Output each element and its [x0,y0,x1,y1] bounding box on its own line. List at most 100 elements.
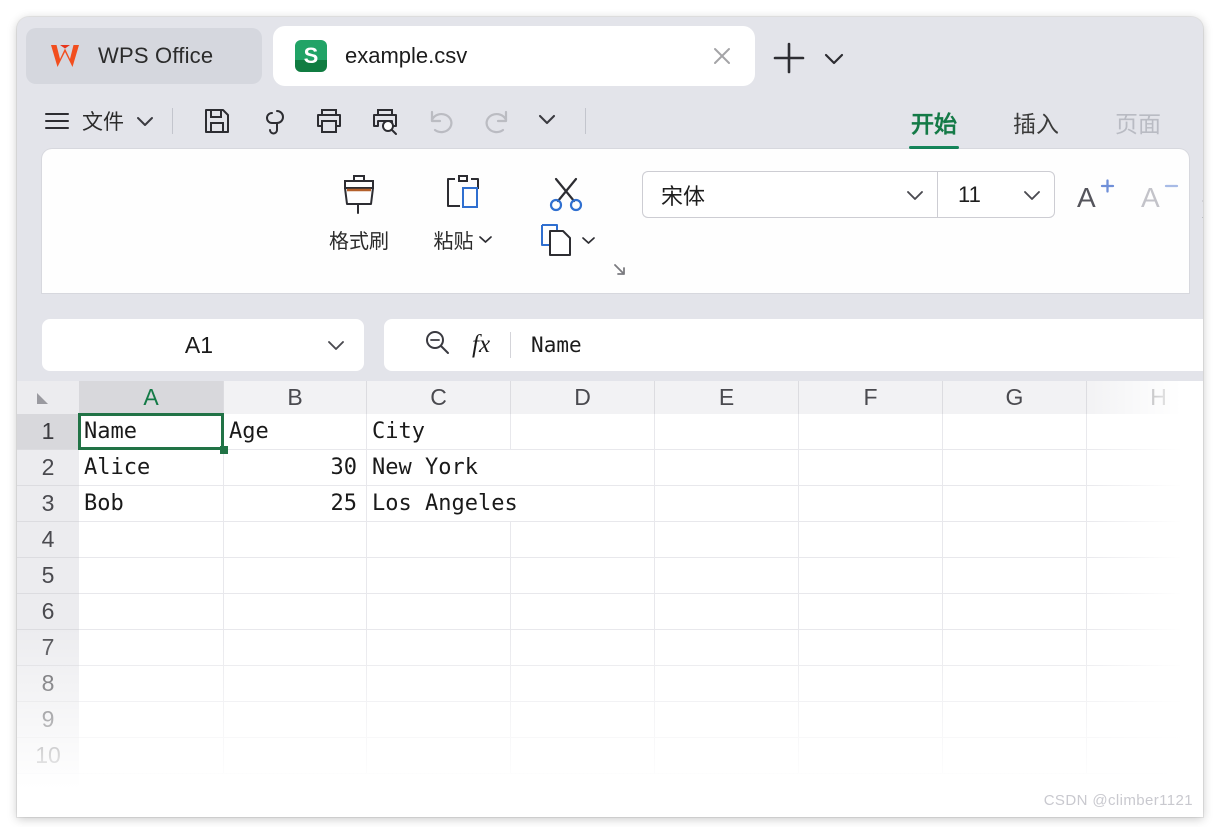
cell-F6[interactable] [799,594,943,630]
file-menu-label[interactable]: 文件 [82,106,124,136]
document-tab[interactable]: S example.csv [273,26,755,86]
redo-icon[interactable] [482,106,512,136]
cell-C5[interactable] [367,558,511,594]
row-header-8[interactable]: 8 [17,666,79,702]
row-header-2[interactable]: 2 [17,450,79,486]
cell-G5[interactable] [943,558,1087,594]
cell-F3[interactable] [799,486,943,522]
cell-A4[interactable] [79,522,224,558]
cell-H7[interactable] [1087,630,1203,666]
column-header-C[interactable]: C [367,381,511,414]
cell-B2[interactable]: 30 [224,450,367,486]
cell-E10[interactable] [655,738,799,774]
cell-C9[interactable] [367,702,511,738]
increase-font-size-icon[interactable]: A [1073,175,1119,215]
cell-F1[interactable] [799,414,943,450]
cell-E8[interactable] [655,666,799,702]
cell-F4[interactable] [799,522,943,558]
row-header-9[interactable]: 9 [17,702,79,738]
cell-F9[interactable] [799,702,943,738]
cell-A1[interactable]: Name [79,414,224,450]
cell-A9[interactable] [79,702,224,738]
cell-D2[interactable] [511,450,655,486]
cell-B6[interactable] [224,594,367,630]
cell-G2[interactable] [943,450,1087,486]
copy-button[interactable] [536,221,596,259]
cell-G7[interactable] [943,630,1087,666]
cell-D7[interactable] [511,630,655,666]
cell-E9[interactable] [655,702,799,738]
cell-C10[interactable] [367,738,511,774]
tab-home[interactable]: 开始 [883,99,985,149]
cell-E2[interactable] [655,450,799,486]
column-header-D[interactable]: D [511,381,655,414]
chevron-down-icon[interactable] [134,101,156,141]
format-painter-button[interactable]: 格式刷 [310,167,408,254]
cell-H9[interactable] [1087,702,1203,738]
cell-B3[interactable]: 25 [224,486,367,522]
row-header-10[interactable]: 10 [17,738,79,774]
cell-D8[interactable] [511,666,655,702]
cell-B8[interactable] [224,666,367,702]
cell-H4[interactable] [1087,522,1203,558]
cell-B10[interactable] [224,738,367,774]
cell-H10[interactable] [1087,738,1203,774]
cell-B1[interactable]: Age [224,414,367,450]
cell-F8[interactable] [799,666,943,702]
close-icon[interactable] [709,43,735,69]
cell-H8[interactable] [1087,666,1203,702]
plus-icon[interactable] [772,41,806,75]
row-header-1[interactable]: 1 [17,414,79,450]
column-header-B[interactable]: B [224,381,367,414]
formula-input-bar[interactable]: fx Name [384,319,1203,371]
column-header-E[interactable]: E [655,381,799,414]
app-home-button[interactable]: WPS Office [26,28,262,84]
font-size-select[interactable]: 11 [937,171,1055,218]
cell-D6[interactable] [511,594,655,630]
row-header-4[interactable]: 4 [17,522,79,558]
undo-icon[interactable] [426,106,456,136]
cell-H1[interactable] [1087,414,1203,450]
chevron-down-icon[interactable] [535,111,559,132]
bold-button[interactable]: B [1183,187,1203,233]
cell-E7[interactable] [655,630,799,666]
cell-A2[interactable]: Alice [79,450,224,486]
cell-B9[interactable] [224,702,367,738]
cell-E1[interactable] [655,414,799,450]
cell-A3[interactable]: Bob [79,486,224,522]
cell-C7[interactable] [367,630,511,666]
print-preview-icon[interactable] [370,106,400,136]
save-icon[interactable] [202,106,232,136]
cell-B7[interactable] [224,630,367,666]
font-family-select[interactable]: 宋体 [642,171,937,218]
column-header-H[interactable]: H [1087,381,1203,414]
cell-D10[interactable] [511,738,655,774]
tab-page[interactable]: 页面 [1087,99,1189,143]
cell-D1[interactable] [511,414,655,450]
cell-H5[interactable] [1087,558,1203,594]
cell-C4[interactable] [367,522,511,558]
cell-F5[interactable] [799,558,943,594]
column-header-F[interactable]: F [799,381,943,414]
cell-G6[interactable] [943,594,1087,630]
name-box[interactable]: A1 [42,319,364,371]
fx-label[interactable]: fx [472,331,490,359]
hamburger-menu-icon[interactable] [44,101,70,141]
cut-button[interactable] [545,167,587,221]
decrease-font-size-icon[interactable]: A [1137,175,1183,215]
cell-C1[interactable]: City [367,414,511,450]
cell-G10[interactable] [943,738,1087,774]
cell-C2[interactable]: New York [367,450,511,486]
cell-G3[interactable] [943,486,1087,522]
cell-B5[interactable] [224,558,367,594]
cell-G9[interactable] [943,702,1087,738]
column-header-A[interactable]: A [79,381,224,414]
cell-G4[interactable] [943,522,1087,558]
cell-A10[interactable] [79,738,224,774]
search-formula-icon[interactable] [422,328,452,363]
paste-button[interactable]: 粘贴 [414,167,512,254]
cell-A6[interactable] [79,594,224,630]
cell-A8[interactable] [79,666,224,702]
cell-H2[interactable] [1087,450,1203,486]
cell-H6[interactable] [1087,594,1203,630]
